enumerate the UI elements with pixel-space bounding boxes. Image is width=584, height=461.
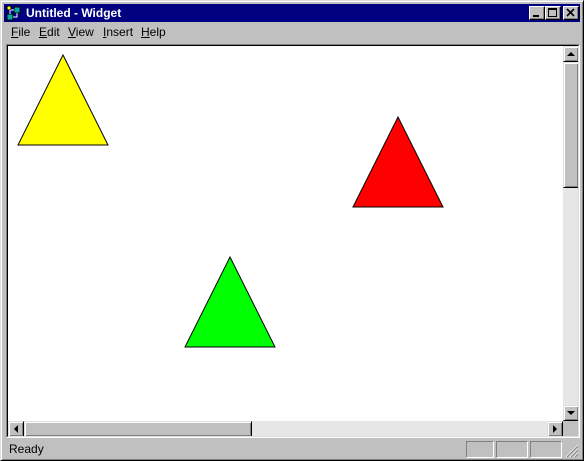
red-triangle[interactable] [352, 115, 444, 208]
resize-grip-icon[interactable] [565, 444, 579, 458]
status-bar: Ready [4, 440, 580, 459]
window-title: Untitled - Widget [26, 6, 122, 20]
arrow-right-icon [553, 425, 557, 433]
menu-insert[interactable]: Insert [103, 26, 133, 39]
widget-app-icon [6, 5, 21, 21]
arrow-down-icon [567, 411, 575, 415]
scroll-right-button[interactable] [547, 421, 563, 436]
horizontal-scroll-thumb[interactable] [24, 421, 252, 436]
menu-bar: File Edit View Insert Help [4, 23, 580, 42]
vertical-scroll-thumb[interactable] [563, 62, 578, 188]
menu-help[interactable]: Help [141, 26, 166, 39]
minimize-button[interactable] [529, 6, 545, 20]
menu-file[interactable]: File [11, 26, 30, 39]
drawing-canvas[interactable] [8, 46, 563, 421]
maximize-button[interactable] [545, 6, 561, 20]
minimize-icon [533, 15, 539, 17]
status-pane-3 [530, 441, 562, 458]
status-pane-1 [466, 441, 494, 458]
menu-edit[interactable]: Edit [39, 26, 60, 39]
yellow-triangle[interactable] [17, 53, 109, 146]
green-triangle[interactable] [184, 255, 276, 348]
vertical-scrollbar[interactable] [563, 46, 578, 421]
status-text: Ready [9, 442, 44, 456]
close-icon [566, 8, 575, 17]
status-pane-2 [496, 441, 528, 458]
maximize-icon [548, 8, 557, 17]
document-view [7, 45, 579, 437]
scrollbar-corner [563, 421, 578, 436]
title-bar[interactable]: Untitled - Widget [4, 4, 580, 22]
menu-view[interactable]: View [68, 26, 94, 39]
scroll-up-button[interactable] [563, 46, 578, 62]
scroll-left-button[interactable] [8, 421, 24, 436]
close-button[interactable] [563, 6, 579, 20]
horizontal-scrollbar[interactable] [8, 421, 563, 436]
arrow-left-icon [14, 425, 18, 433]
scroll-down-button[interactable] [563, 405, 578, 421]
app-window: Untitled - Widget File Edit View Insert … [0, 0, 584, 461]
document-frame [6, 44, 580, 438]
arrow-up-icon [567, 52, 575, 56]
